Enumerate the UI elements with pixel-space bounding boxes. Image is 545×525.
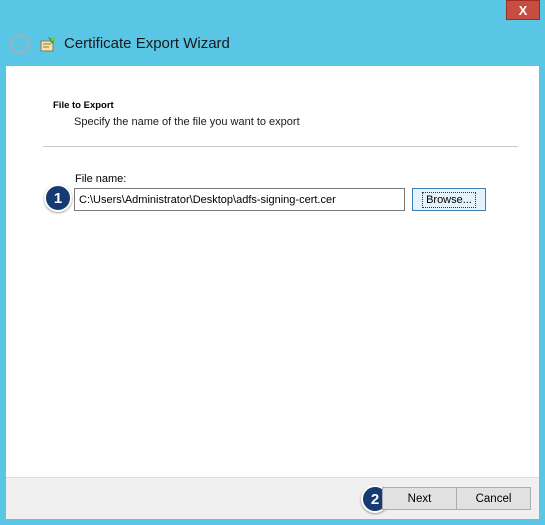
close-icon: X [518,2,528,18]
next-button[interactable]: Next [382,487,457,510]
window-title: Certificate Export Wizard [64,35,230,52]
close-button[interactable]: X [506,0,540,20]
back-button[interactable]: ← [10,34,30,54]
browse-button[interactable]: Browse... [412,188,486,211]
certificate-wizard-icon [40,37,55,52]
cancel-button[interactable]: Cancel [456,487,531,510]
header-divider [43,146,518,147]
step-1-callout: 1 [44,184,72,212]
browse-button-label: Browse... [422,191,476,208]
section-title: File to Export [53,100,114,111]
wizard-header: ← Certificate Export Wizard [0,22,545,66]
back-arrow-icon: ← [14,37,26,51]
section-subtitle: Specify the name of the file you want to… [74,116,300,128]
file-name-label: File name: [75,173,127,185]
wizard-page: File to Export Specify the name of the f… [6,66,539,519]
file-name-input[interactable] [74,188,405,211]
